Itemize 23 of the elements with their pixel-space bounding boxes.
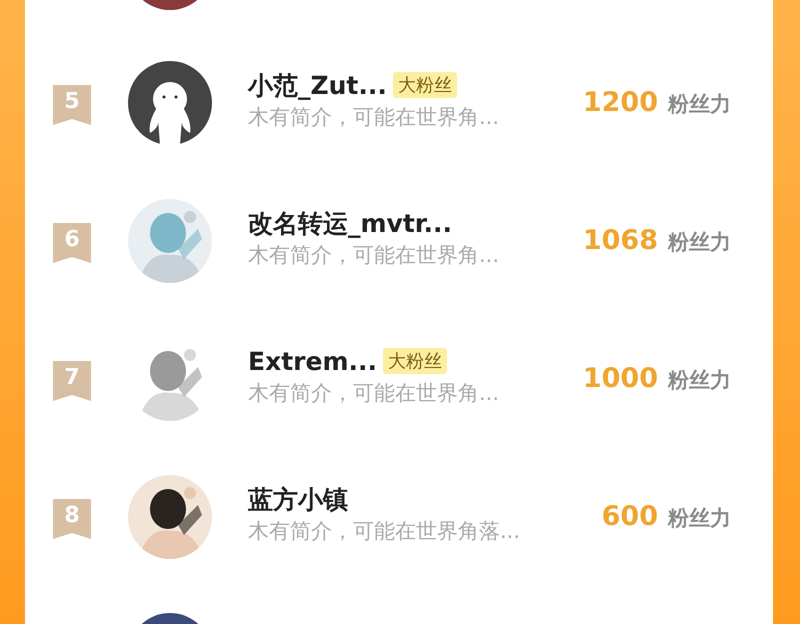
fan-level-tag: 大粉丝 — [382, 348, 447, 374]
fan-score: 1068 — [582, 225, 658, 256]
user-name[interactable]: Extrem... — [248, 346, 377, 376]
user-name[interactable]: 蓝方小镇 — [248, 482, 348, 516]
user-name[interactable]: 改名转运_mvtr... — [248, 206, 452, 240]
fan-score: 1000 — [582, 363, 658, 394]
user-bio: 木有简介，可能在世界角... — [248, 242, 500, 269]
rank-badge: 5 — [53, 85, 91, 125]
user-name[interactable]: 小范_Zut... — [248, 68, 387, 102]
fan-level-tag: 大粉丝 — [392, 72, 457, 98]
user-bio: 木有简介，可能在世界角... — [248, 380, 500, 407]
score-unit: 粉丝力 — [668, 367, 731, 394]
fan-score: 600 — [602, 501, 658, 532]
score-unit: 粉丝力 — [668, 505, 731, 532]
score-unit: 粉丝力 — [668, 91, 731, 118]
user-bio: 木有简介，可能在世界角落... — [248, 518, 522, 545]
fan-score: 1200 — [582, 87, 658, 118]
score-unit: 粉丝力 — [668, 229, 731, 256]
rank-badge: 7 — [53, 361, 91, 401]
rank-badge: 6 — [53, 223, 91, 263]
rank-badge: 8 — [53, 499, 91, 539]
user-bio: 木有简介，可能在世界角... — [248, 104, 500, 131]
default-avatar-icon — [128, 61, 212, 145]
